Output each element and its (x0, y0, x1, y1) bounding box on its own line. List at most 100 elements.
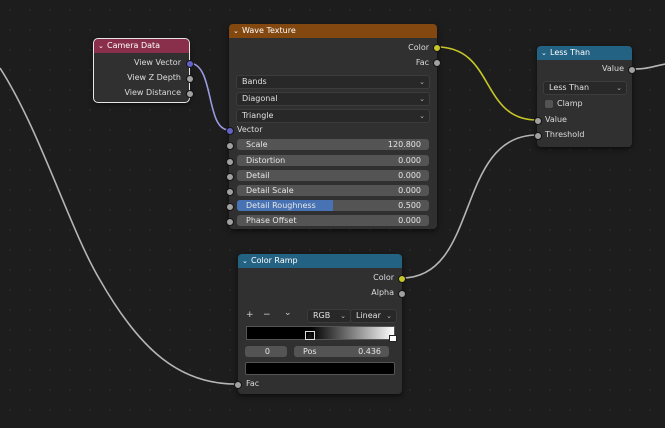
clamp-checkbox[interactable] (545, 100, 553, 108)
clamp-label: Clamp (557, 99, 583, 108)
ramp-stop-white-handle[interactable] (389, 335, 397, 342)
output-view-z-depth: View Z Depth (127, 73, 181, 82)
distortion-field[interactable]: Distortion 0.000 (237, 155, 429, 166)
detail-field[interactable]: Detail 0.000 (237, 170, 429, 181)
socket-phase-offset[interactable] (226, 218, 234, 226)
field-value: 0.500 (398, 201, 421, 210)
input-vector-label: Vector (237, 125, 263, 134)
dropdown-value: Less Than (549, 83, 590, 92)
socket-ramp-alpha[interactable] (398, 290, 406, 298)
field-value: 0.000 (398, 156, 421, 165)
socket-lessthan-value-in[interactable] (534, 117, 542, 125)
chevron-down-icon: ⌄ (419, 112, 425, 120)
field-label: Detail Scale (246, 186, 294, 195)
socket-distortion[interactable] (226, 158, 234, 166)
socket-scale[interactable] (226, 142, 234, 150)
less-than-header[interactable]: ⌄ Less Than (537, 46, 632, 60)
chevron-down-icon: ⌄ (340, 312, 346, 320)
socket-view-distance[interactable] (186, 90, 194, 98)
chevron-down-icon: ⌄ (386, 312, 392, 320)
field-label: Pos (303, 347, 317, 356)
camera-data-header[interactable]: ⌄ Camera Data (94, 39, 189, 53)
direction-dropdown[interactable]: Diagonal ⌄ (236, 92, 430, 106)
color-ramp-node[interactable]: ⌄ Color Ramp Color Alpha + − ⌄ RGB ⌄ Linea… (238, 254, 402, 394)
field-label: Phase Offset (246, 216, 297, 225)
field-label: Distortion (246, 156, 286, 165)
collapse-chevron-icon[interactable]: ⌄ (233, 24, 242, 38)
field-value: 120.800 (387, 140, 421, 149)
output-value: Value (602, 64, 624, 73)
socket-wave-fac[interactable] (433, 59, 441, 67)
input-fac-label: Fac (246, 379, 260, 388)
dropdown-value: Diagonal (242, 94, 278, 103)
link-fac-to-ramp (0, 67, 239, 385)
detail-scale-field[interactable]: Detail Scale 0.000 (237, 185, 429, 196)
node-title: Color Ramp (251, 256, 298, 265)
socket-detail-roughness[interactable] (226, 203, 234, 211)
link-wavecolor-to-value (436, 46, 538, 121)
link-viewvector-to-vector (188, 62, 230, 131)
less-than-node[interactable]: ⌄ Less Than Value Less Than ⌄ Clamp Value … (537, 46, 632, 147)
field-value: 0.436 (358, 347, 381, 356)
field-value: 0.000 (398, 171, 421, 180)
wave-texture-header[interactable]: ⌄ Wave Texture (229, 24, 437, 38)
output-ramp-alpha: Alpha (371, 288, 394, 297)
output-fac: Fac (415, 58, 429, 67)
phase-offset-field[interactable]: Phase Offset 0.000 (237, 215, 429, 226)
socket-lessthan-value-out[interactable] (628, 66, 636, 74)
socket-view-vector[interactable] (186, 60, 194, 68)
collapse-chevron-icon[interactable]: ⌄ (98, 39, 107, 53)
chevron-down-icon: ⌄ (419, 78, 425, 86)
socket-ramp-color[interactable] (398, 275, 406, 283)
collapse-chevron-icon[interactable]: ⌄ (242, 254, 251, 268)
stop-color-swatch[interactable] (245, 362, 395, 375)
wave-texture-node[interactable]: ⌄ Wave Texture Color Fac Bands ⌄ Diagonal ⌄… (229, 24, 437, 229)
field-label: Scale (246, 140, 268, 149)
stop-position-field[interactable]: Pos 0.436 (294, 346, 389, 357)
output-ramp-color: Color (373, 273, 394, 282)
operation-dropdown[interactable]: Less Than ⌄ (543, 81, 627, 95)
dropdown-value: Bands (242, 77, 267, 86)
ramp-menu-button[interactable]: ⌄ (284, 308, 292, 318)
collapse-chevron-icon[interactable]: ⌄ (541, 46, 550, 60)
field-value: 0.000 (398, 186, 421, 195)
dropdown-value: Triangle (242, 111, 274, 120)
wave-type-dropdown[interactable]: Bands ⌄ (236, 75, 430, 89)
input-threshold-label: Threshold (545, 130, 585, 139)
socket-detail[interactable] (226, 173, 234, 181)
socket-view-z-depth[interactable] (186, 75, 194, 83)
profile-dropdown[interactable]: Triangle ⌄ (236, 109, 430, 123)
interpolation-dropdown[interactable]: Linear ⌄ (350, 309, 397, 323)
color-ramp-bar[interactable] (246, 326, 395, 340)
socket-detail-scale[interactable] (226, 188, 234, 196)
output-color: Color (408, 43, 429, 52)
input-value-label: Value (545, 115, 567, 124)
node-title: Wave Texture (242, 26, 296, 35)
remove-stop-button[interactable]: − (263, 310, 271, 320)
node-title: Camera Data (107, 41, 161, 50)
color-mode-dropdown[interactable]: RGB ⌄ (307, 309, 351, 323)
socket-wave-color[interactable] (433, 44, 441, 52)
ramp-stop-black-handle[interactable] (305, 331, 315, 340)
stop-index-field[interactable]: 0 (245, 346, 287, 357)
socket-vector[interactable] (226, 127, 234, 135)
chevron-down-icon: ⌄ (616, 84, 622, 92)
color-ramp-header[interactable]: ⌄ Color Ramp (238, 254, 402, 268)
field-label: Detail Roughness (246, 201, 316, 210)
socket-threshold[interactable] (534, 132, 542, 140)
dropdown-value: RGB (313, 311, 331, 320)
field-value: 0.000 (398, 216, 421, 225)
output-view-vector: View Vector (133, 58, 181, 67)
stop-index-value: 0 (264, 347, 270, 356)
scale-field[interactable]: Scale 120.800 (237, 139, 429, 150)
field-label: Detail (246, 171, 270, 180)
add-stop-button[interactable]: + (246, 310, 254, 320)
chevron-down-icon: ⌄ (419, 95, 425, 103)
camera-data-node[interactable]: ⌄ Camera Data View Vector View Z Depth Vi… (93, 38, 190, 103)
link-value-out (631, 63, 665, 70)
dropdown-value: Linear (356, 311, 381, 320)
node-title: Less Than (550, 48, 591, 57)
detail-roughness-slider[interactable]: Detail Roughness 0.500 (237, 200, 429, 211)
socket-ramp-fac[interactable] (234, 381, 242, 389)
output-view-distance: View Distance (124, 88, 181, 97)
